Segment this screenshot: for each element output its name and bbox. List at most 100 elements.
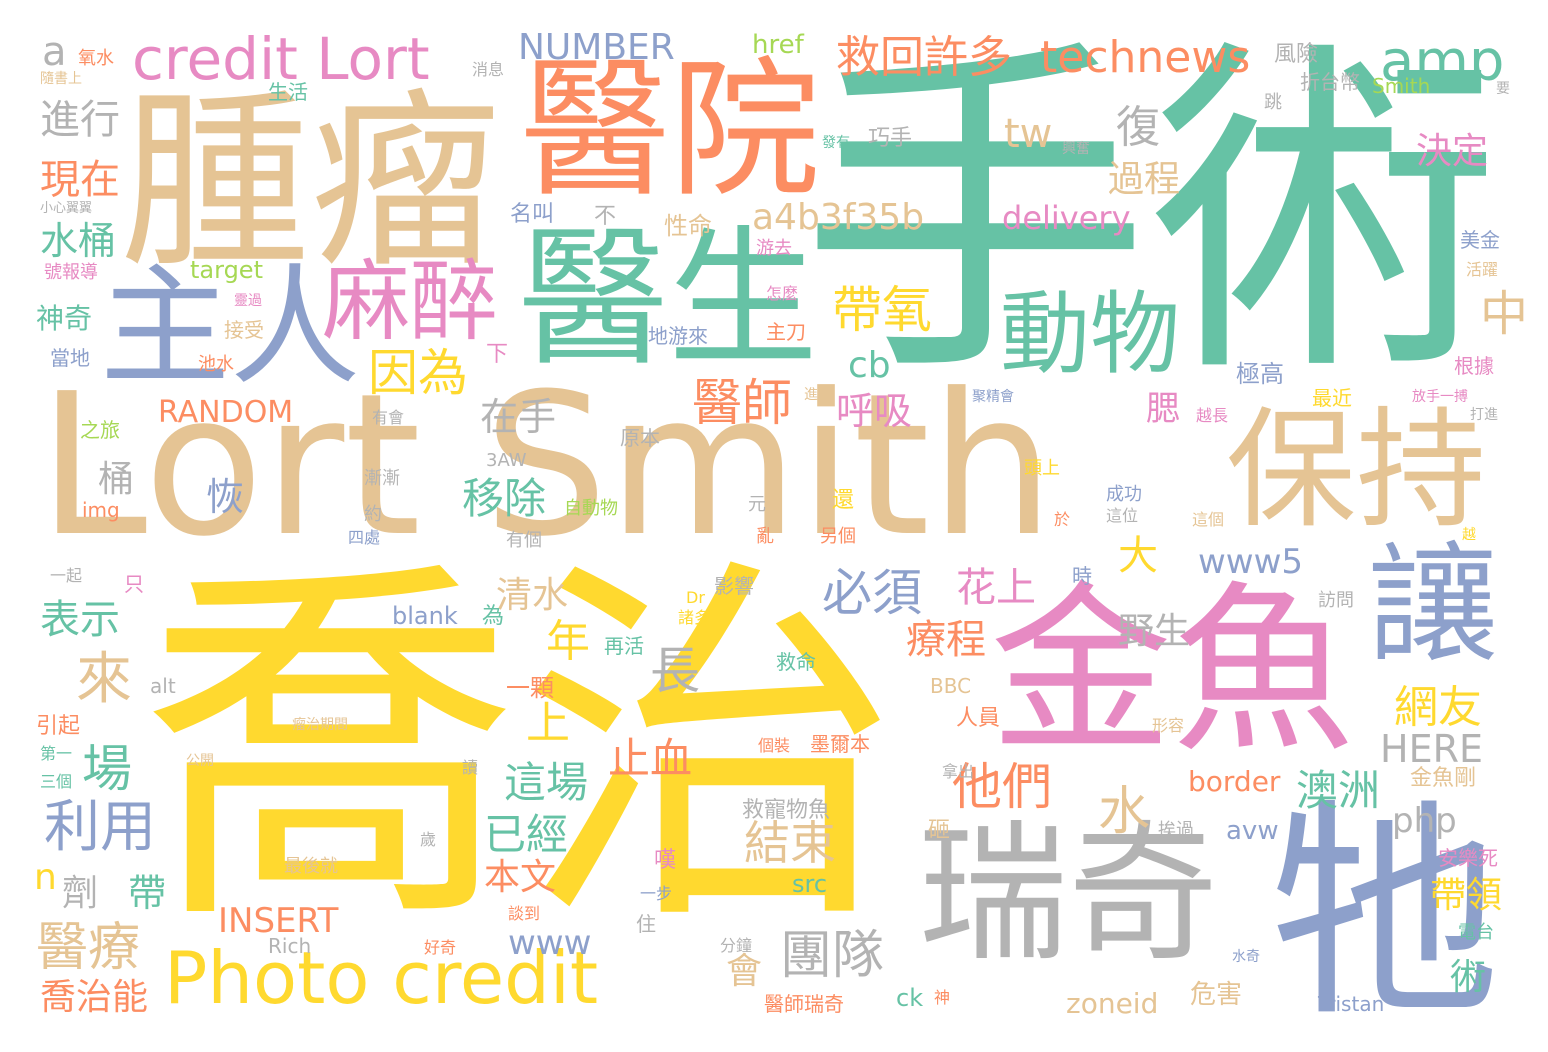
word-journey: 之旅 (80, 418, 120, 442)
word-originally: 原本 (620, 426, 660, 450)
word-dose: 劑 (62, 873, 99, 914)
word-live: 住 (636, 912, 656, 936)
word-use: 利用 (44, 795, 156, 860)
word-this-thing: 這個 (1192, 510, 1225, 529)
word-god: 神 (934, 988, 951, 1007)
word-art: 術 (1450, 957, 1487, 998)
word-skillful: 巧手 (868, 126, 913, 151)
word-talk-about: 談到 (508, 904, 541, 923)
word-rich: Rich (268, 934, 312, 958)
word-will-have: 有會 (372, 408, 405, 427)
word-proceed: 進行 (40, 97, 120, 143)
word-in-hand: 在手 (480, 395, 557, 439)
word-middle: 中 (1480, 286, 1529, 342)
word-extremely-high: 極高 (1236, 360, 1284, 388)
word-avw: avw (1226, 816, 1279, 846)
word-curious: 好奇 (424, 938, 457, 957)
word-recover: 恢 (206, 475, 245, 519)
word-clear-water: 清水 (496, 575, 569, 616)
word-ricky: 瑞奇 (918, 808, 1219, 982)
word-finally: 最後就 (284, 856, 338, 877)
word-smash: 砸 (928, 818, 951, 843)
word-read: 讀 (462, 758, 479, 777)
word-jin: 進 (804, 387, 818, 403)
word-hospital: 醫院 (520, 44, 821, 218)
word-only: 只 (124, 572, 144, 596)
word-pail: 桶 (98, 459, 135, 500)
word-swim-here: 地游來 (648, 324, 708, 348)
word-because: 因為 (368, 344, 468, 402)
word-up: 上 (526, 698, 570, 749)
word-wild: 野生 (1118, 611, 1191, 652)
word-team: 團隊 (780, 926, 885, 986)
word-let: 讓 (1368, 529, 1499, 681)
word-radio: 電台 (1458, 922, 1494, 943)
word-saved-many: 救回許多 (836, 32, 1012, 83)
word-bbc: BBC (930, 674, 972, 698)
word-recently: 最近 (1312, 386, 1352, 410)
word-accept: 接受 (224, 318, 264, 342)
word-stop-bleeding: 止血 (608, 734, 693, 783)
word-named: 名叫 (510, 202, 555, 227)
word-influence: 影響 (714, 574, 754, 598)
word-restore: 復 (1116, 102, 1160, 153)
word-at: 於 (1054, 510, 1071, 529)
word-take-out: 拿出 (942, 762, 975, 781)
word-melbourne: 墨爾本 (810, 732, 870, 756)
word-delivery: delivery (1002, 199, 1131, 237)
word-article: 本文 (484, 857, 557, 898)
word-public: 公開 (186, 753, 214, 769)
word-insert: INSERT (218, 901, 339, 941)
word-there-is: 有個 (506, 530, 542, 551)
word-interview: 訪問 (1318, 590, 1354, 611)
word-first: 第一 (40, 744, 73, 763)
word-blank: blank (392, 602, 458, 630)
word-news: 消息 (472, 60, 505, 79)
word-spend: 花上 (956, 565, 1036, 611)
word-a: a (42, 29, 67, 75)
word-www5: www5 (1198, 542, 1304, 582)
word-down: 下 (486, 342, 509, 367)
word-cb: cb (848, 345, 891, 386)
word-oxywater: 氧水 (78, 48, 114, 69)
word-time: 時 (1072, 564, 1092, 588)
word-big: 大 (1118, 533, 1158, 579)
word-process: 過程 (1108, 159, 1181, 200)
word-pool: 池水 (198, 354, 234, 375)
word-from-animal: 自動物 (564, 498, 618, 519)
word-already: 已經 (484, 810, 569, 859)
word-one-grain: 一顆 (506, 674, 554, 702)
word-one-step: 一步 (640, 884, 673, 903)
word-cloud: 手術 喬治 Lort Smith 腫瘤 醫院 醫生 金魚 牠 瑞奇 主人 讓 保… (0, 0, 1548, 1052)
word-excited: 興奮 (1062, 141, 1090, 157)
word-zoneid: zoneid (1066, 987, 1159, 1020)
word-for: 為 (482, 604, 505, 629)
word-number: NUMBER (518, 27, 675, 68)
word-sigh: 嘆 (654, 848, 677, 873)
word-water: 水 (1098, 782, 1151, 842)
word-gill: 腮 (1146, 389, 1180, 429)
word-with-book: 隨書上 (40, 71, 82, 87)
word-head: 頭上 (1024, 458, 1060, 479)
word-another: 另個 (820, 526, 856, 547)
word-here: HERE (1380, 727, 1483, 771)
word-according: 根據 (1454, 354, 1494, 378)
word-life: 生活 (268, 80, 308, 104)
word-goldfish-just: 金魚剛 (1410, 766, 1477, 791)
word-random: RANDOM (158, 395, 294, 430)
word-remove: 移除 (462, 474, 547, 523)
word-3aw: 3AW (486, 450, 527, 471)
word-together: 一起 (50, 566, 83, 585)
word-usd: 美金 (1460, 228, 1500, 252)
word-water-odd: 水奇 (1232, 949, 1260, 965)
word-save-pet-fish: 救寵物魚 (742, 798, 831, 823)
word-express: 表示 (40, 597, 120, 643)
word-a4b3f35b: a4b3f35b (752, 197, 925, 238)
word-ck: ck (896, 984, 924, 1012)
word-go-all-in: 放手一搏 (1412, 389, 1468, 405)
word-twd: 折台幣 (1300, 70, 1360, 94)
word-must: 必須 (822, 564, 922, 622)
word-now: 現在 (40, 157, 120, 203)
word-this-one: 這場 (504, 758, 589, 807)
word-alt: alt (150, 674, 176, 698)
